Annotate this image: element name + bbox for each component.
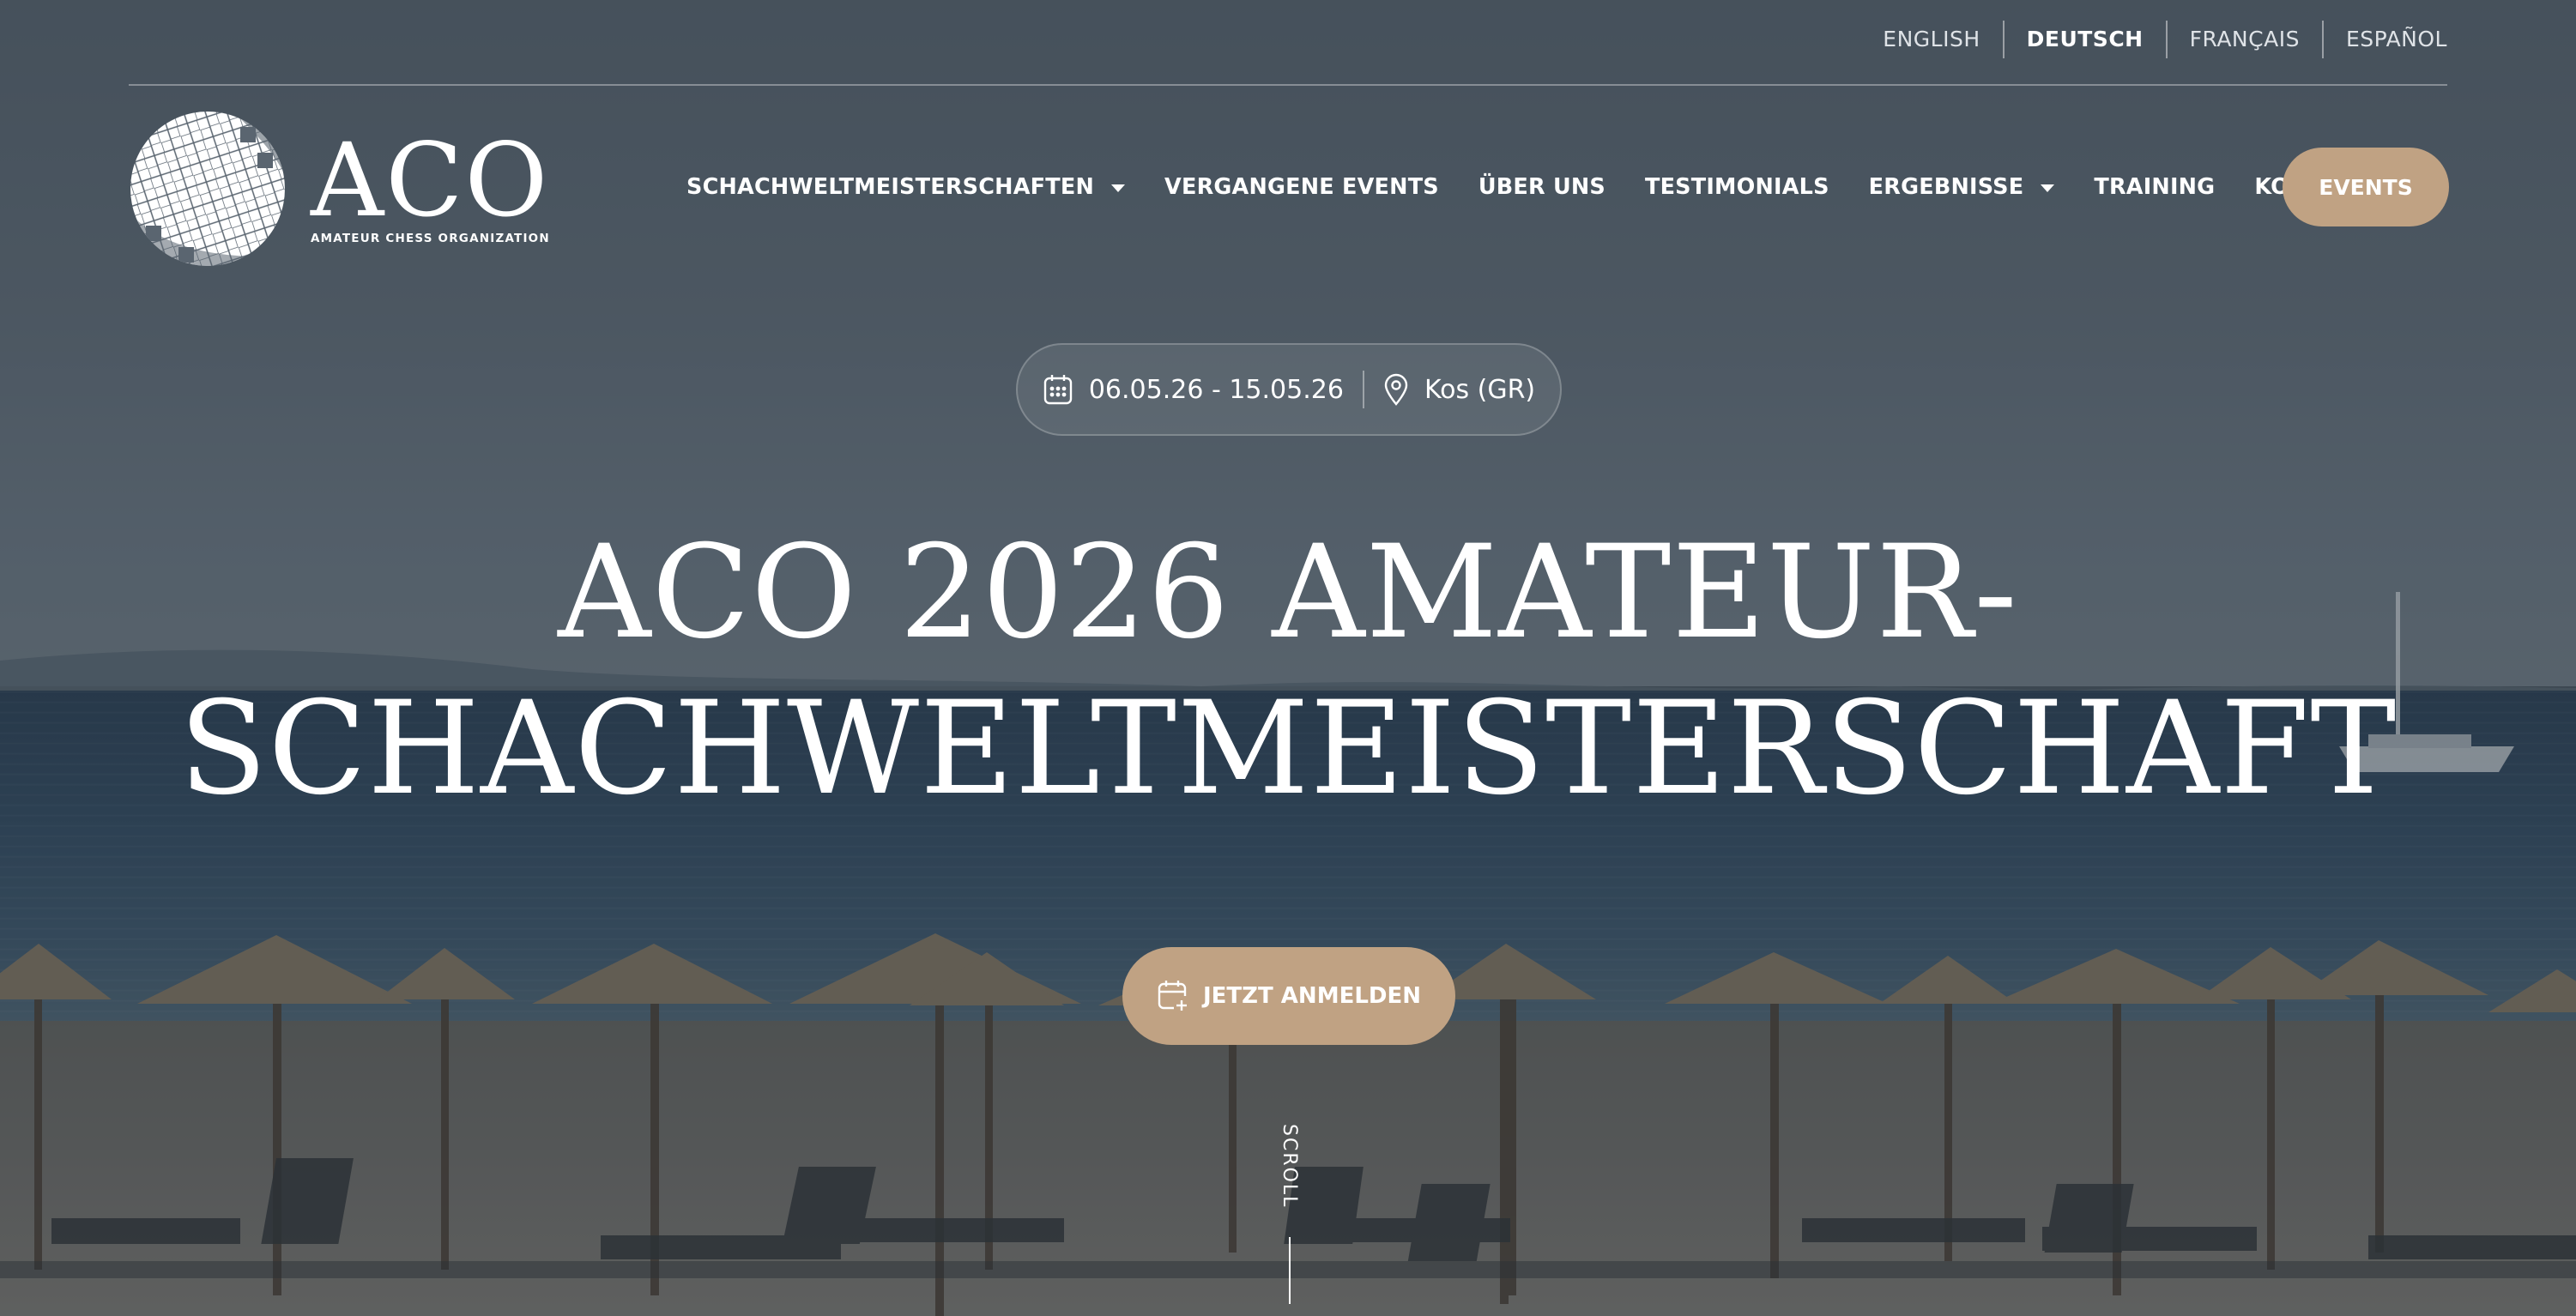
title-line-1: ACO 2026 AMATEUR- [558,518,2018,667]
nav-item-label: TRAINING [2094,174,2216,200]
nav-training[interactable]: TRAINING [2094,174,2215,200]
pill-divider [1362,371,1364,408]
page-title: ACO 2026 AMATEUR- SCHACHWELTMEISTERSCHAF… [0,515,2576,827]
event-dates-text: 06.05.26 - 15.05.26 [1088,374,1344,405]
header-divider [129,84,2447,86]
scroll-text: SCROLL [1279,1124,1300,1209]
logo-text: ACO AMATEUR CHESS ORGANIZATION [311,121,550,245]
lang-francais[interactable]: FRANÇAIS [2165,21,2322,58]
logo-name: ACO [311,121,550,239]
language-switcher: ENGLISH DEUTSCH FRANÇAIS ESPAÑOL [1860,21,2447,58]
site-logo[interactable]: ACO AMATEUR CHESS ORGANIZATION [129,110,550,268]
chevron-down-icon [1111,184,1126,192]
nav-ergebnisse[interactable]: ERGEBNISSE [1869,174,2055,200]
nav-schachweltmeisterschaften[interactable]: SCHACHWELTMEISTERSCHAFTEN [686,174,1126,200]
event-location-text: Kos (GR) [1424,374,1536,405]
chevron-down-icon [2041,184,2055,192]
lang-english[interactable]: ENGLISH [1860,21,2002,58]
event-location: Kos (GR) [1383,373,1535,406]
calendar-plus-icon [1158,981,1187,1011]
nav-ueber-uns[interactable]: ÜBER UNS [1478,174,1605,200]
lang-espanol[interactable]: ESPAÑOL [2321,21,2447,58]
nav-vergangene-events[interactable]: VERGANGENE EVENTS [1164,174,1439,200]
scroll-line [1289,1237,1291,1304]
nav-item-label: ERGEBNISSE [1868,174,2024,200]
lang-deutsch[interactable]: DEUTSCH [2002,21,2166,58]
register-button-label: JETZT ANMELDEN [1203,983,1421,1009]
nav-item-label: SCHACHWELTMEISTERSCHAFTEN [686,174,1095,200]
register-button[interactable]: JETZT ANMELDEN [1122,947,1455,1045]
map-pin-icon [1384,373,1408,406]
nav-item-label: ÜBER UNS [1478,174,1605,200]
events-button[interactable]: EVENTS [2283,148,2449,226]
scroll-label: SCROLL [1276,1124,1303,1218]
nav-item-label: TESTIMONIALS [1644,174,1829,200]
calendar-icon [1043,375,1073,405]
event-info-pill: 06.05.26 - 15.05.26 Kos (GR) [1016,343,1562,436]
logo-tagline: AMATEUR CHESS ORGANIZATION [311,232,550,245]
main-nav: SCHACHWELTMEISTERSCHAFTEN VERGANGENE EVE… [686,148,2410,226]
chess-globe-icon [130,112,285,266]
nav-testimonials[interactable]: TESTIMONIALS [1645,174,1829,200]
scroll-indicator[interactable]: SCROLL [1276,1124,1303,1304]
nav-item-label: VERGANGENE EVENTS [1164,174,1439,200]
event-dates: 06.05.26 - 15.05.26 [1043,373,1344,406]
title-line-2: SCHACHWELTMEISTERSCHAFT [178,674,2398,824]
